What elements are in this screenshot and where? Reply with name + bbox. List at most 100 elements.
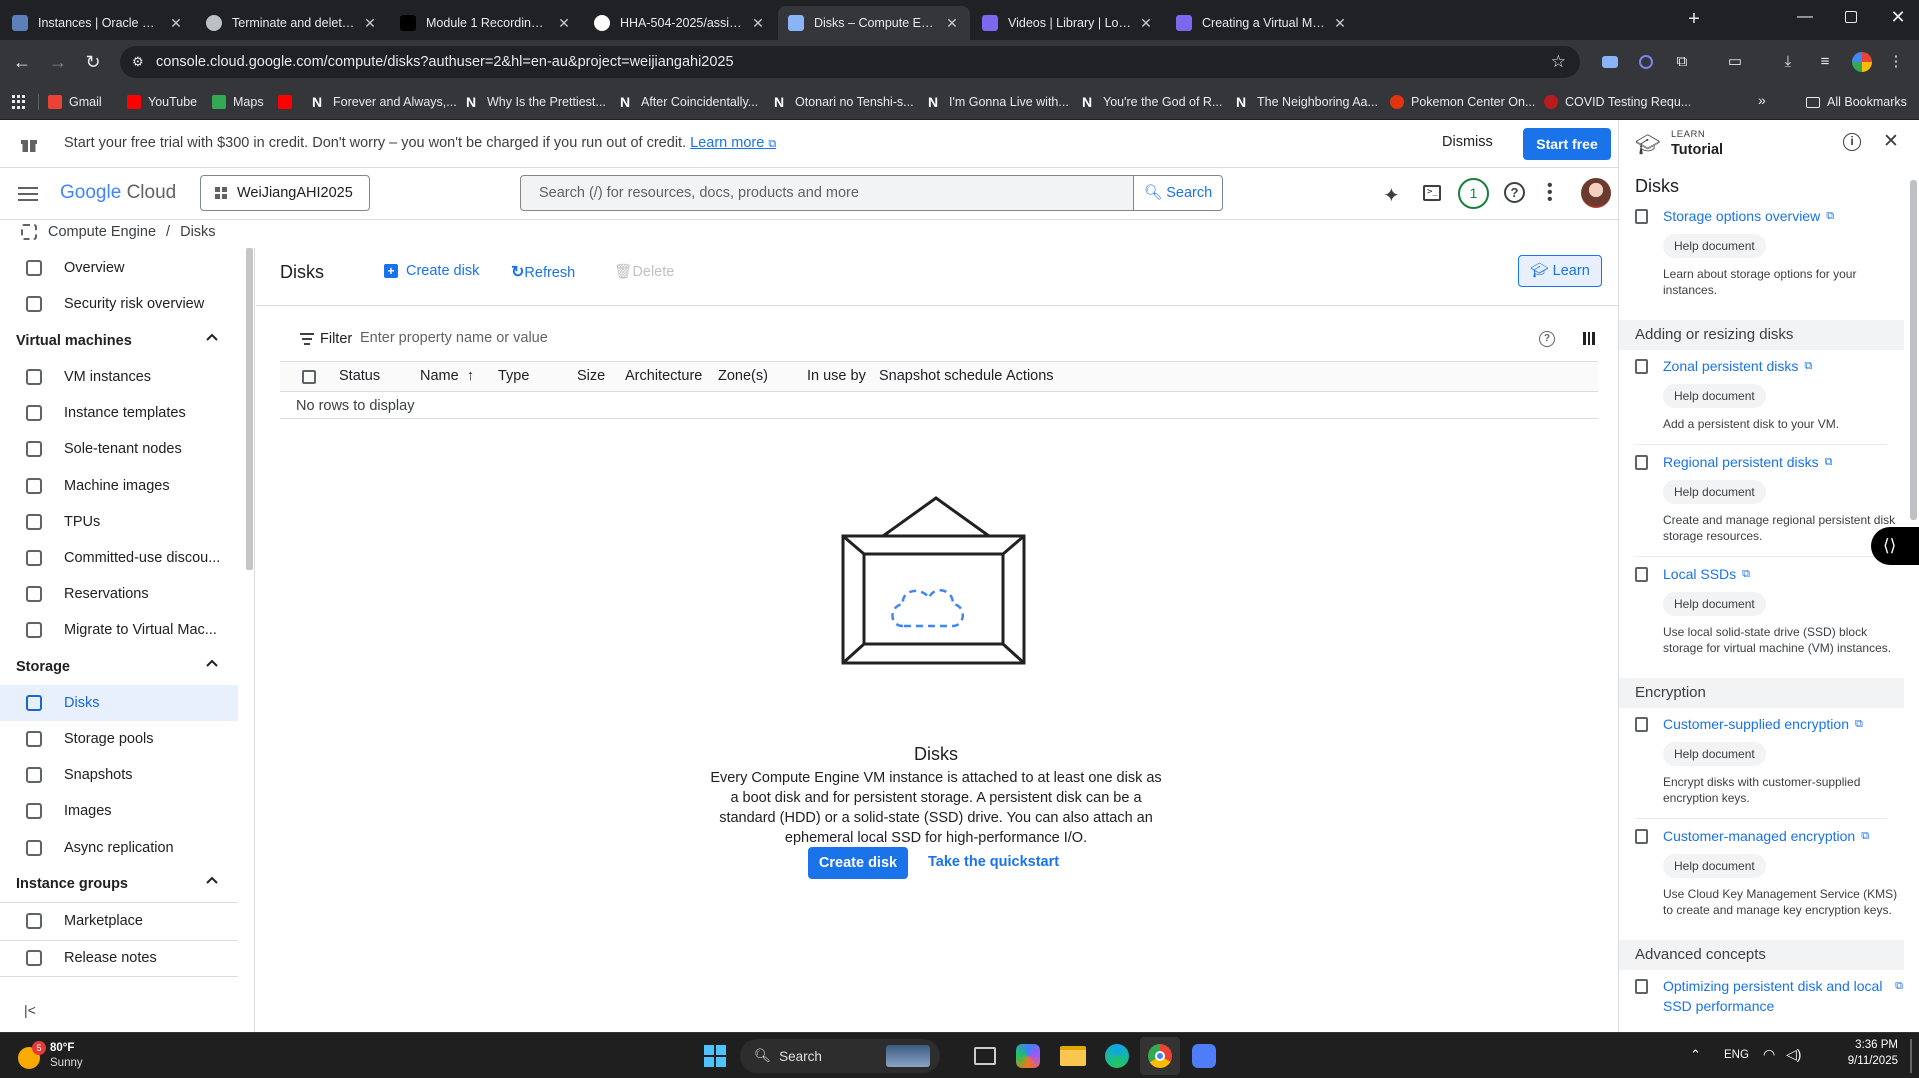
refresh-button[interactable]: ↻Refresh [511,262,575,282]
profile-avatar[interactable] [1852,52,1872,72]
sidebar-item[interactable]: Committed-use discou... [0,540,238,576]
taskbar-search[interactable]: 🔍︎ Search [740,1039,940,1073]
reload-button[interactable]: ↻ [81,50,105,74]
bookmark-item[interactable]: N The Neighboring Aa... [1236,93,1378,111]
sidebar-item[interactable]: Storage pools [0,721,238,757]
sidebar-item[interactable]: Release notes [0,940,238,976]
more-options-icon[interactable]: • • • [1547,178,1555,208]
column-header[interactable]: Type [498,368,529,384]
code-preview-fab[interactable]: ⟨⟩ [1871,527,1919,565]
sidebar-section-header[interactable]: Storage [0,649,238,685]
dismiss-button[interactable]: Dismiss [1442,134,1493,150]
chrome-menu-icon[interactable]: ⋮ [1886,52,1906,72]
sidebar-item[interactable]: Disks [0,684,238,721]
close-tab-icon[interactable]: ✕ [168,15,184,32]
filter-input[interactable]: Enter property name or value [360,330,548,346]
sidebar-section-header[interactable]: Instance groups [0,866,238,902]
column-header[interactable]: Size [577,368,605,384]
learn-button[interactable]: 🎓︎ Learn [1518,255,1602,287]
language-indicator[interactable]: ENG [1724,1049,1749,1061]
bookmark-item[interactable]: Maps [212,93,264,111]
bookmarks-overflow-icon[interactable]: » [1758,92,1766,108]
browser-tab[interactable]: HHA-504-2025/assignment_1/ ✕ [584,6,776,40]
quickstart-link[interactable]: Take the quickstart [928,854,1059,870]
search-button[interactable]: 🔍︎ Search [1133,175,1223,211]
panel-doc-link[interactable]: Zonal persistent disks ⧉ [1635,356,1903,376]
close-tab-icon[interactable]: ✕ [750,15,766,32]
sidebar-section-header[interactable]: Virtual machines [0,323,238,359]
start-button[interactable] [704,1045,726,1067]
tab-search-icon[interactable]: ▭ [1725,52,1745,72]
column-header[interactable]: Actions [1006,368,1054,384]
close-window-button[interactable]: ✕ [1886,7,1910,31]
start-free-button[interactable]: Start free [1523,128,1611,160]
bookmark-item[interactable]: N Otonari no Tenshi-s... [774,93,914,111]
bookmark-item[interactable]: N Forever and Always,... [312,93,457,111]
bookmark-item[interactable] [278,93,299,111]
zoom-app-icon[interactable] [1192,1044,1216,1068]
bookmark-item[interactable]: COVID Testing Requ... [1544,93,1691,111]
sidebar-item[interactable]: Sole-tenant nodes [0,431,238,467]
clock-time[interactable]: 3:36 PM [1828,1039,1898,1051]
downloads-icon[interactable]: ⤓ [1778,52,1798,72]
address-bar[interactable]: ⚙ console.cloud.google.com/compute/disks… [120,46,1580,78]
browser-tab[interactable]: Terminate and delete boot volu ✕ [196,6,388,40]
account-avatar[interactable] [1581,178,1611,208]
show-desktop-strip[interactable] [1910,1039,1912,1073]
sidebar-item[interactable]: TPUs [0,504,238,540]
panel-doc-link[interactable]: Optimizing persistent disk and local SSD… [1635,976,1903,1016]
back-button[interactable]: ← [10,50,34,74]
project-picker[interactable]: WeiJiangAHI2025 [200,175,370,211]
bookmark-star-icon[interactable]: ☆ [1551,46,1566,78]
bookmark-item[interactable]: N You're the God of R... [1082,93,1222,111]
cloud-shell-icon[interactable]: >_ [1423,185,1441,201]
volume-icon[interactable]: ◁) [1786,1046,1801,1063]
search-input[interactable]: Search (/) for resources, docs, products… [520,175,1134,211]
close-tab-icon[interactable]: ✕ [944,15,960,32]
column-display-icon[interactable] [1583,332,1596,345]
bookmark-item[interactable]: N Why Is the Prettiest... [466,93,606,111]
gemini-icon[interactable]: ✦ [1383,183,1400,208]
close-tab-icon[interactable]: ✕ [1138,15,1154,32]
nav-scrollbar[interactable] [246,248,253,570]
empty-create-disk-button[interactable]: Create disk [808,847,908,879]
new-tab-button[interactable]: + [1682,8,1706,32]
sidebar-item[interactable]: Migrate to Virtual Mac... [0,612,238,648]
collapse-nav-icon[interactable]: |< [24,1002,36,1018]
site-info-icon[interactable]: ⚙ [132,46,144,78]
panel-doc-link[interactable]: Regional persistent disks ⧉ [1635,452,1903,472]
task-view-icon[interactable] [974,1047,996,1065]
wifi-icon[interactable]: ◠ [1763,1046,1775,1063]
close-tab-icon[interactable]: ✕ [1332,15,1348,32]
extension-icon[interactable] [1600,52,1620,72]
select-all-checkbox[interactable] [302,370,316,384]
main-menu-icon[interactable] [18,187,38,201]
panel-doc-link[interactable]: Local SSDs ⧉ [1635,564,1903,584]
filter-bar[interactable]: Filter Enter property name or value ? [280,316,1598,362]
filter-help-icon[interactable]: ? [1539,331,1555,347]
sidebar-item[interactable]: Machine images [0,468,238,504]
browser-tab[interactable]: Disks – Compute Engine – Wei ✕ [778,6,970,40]
edge-browser-icon[interactable] [1105,1044,1129,1068]
sidebar-item[interactable]: Snapshots [0,757,238,793]
file-explorer-icon[interactable] [1060,1046,1086,1066]
bookmark-item[interactable]: N I'm Gonna Live with... [928,93,1069,111]
apps-grid-icon[interactable] [12,95,26,109]
sidebar-item[interactable]: Security risk overview [0,286,238,322]
forward-button[interactable]: → [46,50,70,74]
sidebar-item[interactable]: Async replication [0,830,238,866]
panel-info-icon[interactable]: i [1843,133,1861,151]
sidebar-item[interactable]: Instance templates [0,395,238,431]
close-panel-icon[interactable]: ✕ [1883,130,1899,153]
create-disk-toolbar-button[interactable]: + Create disk [384,263,479,279]
close-tab-icon[interactable]: ✕ [362,15,378,32]
extensions-puzzle-icon[interactable]: ⧉ [1672,52,1692,72]
browser-tab[interactable]: Videos | Library | Loom ✕ [972,6,1164,40]
minimize-window-button[interactable]: — [1793,8,1817,32]
all-bookmarks-folder[interactable]: All Bookmarks [1806,93,1907,111]
notifications-badge[interactable]: 1 [1458,178,1489,209]
sidebar-item[interactable]: Marketplace [0,903,238,939]
reading-list-icon[interactable]: ≡ [1815,52,1835,72]
column-header[interactable]: Name ↑ [420,368,474,384]
column-header[interactable]: Architecture [625,368,702,384]
